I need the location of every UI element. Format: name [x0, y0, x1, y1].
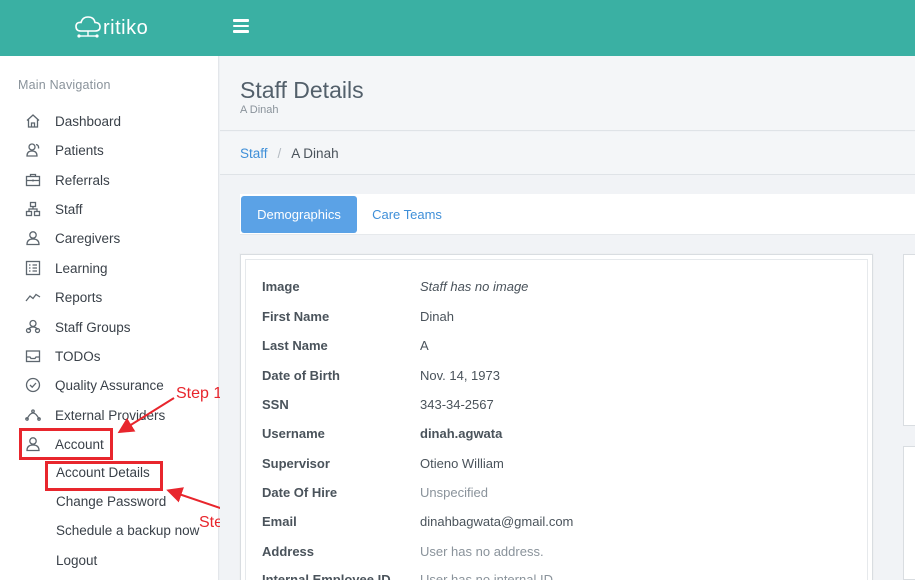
- detail-label: Username: [262, 425, 325, 441]
- side-panel-top: [903, 254, 915, 426]
- detail-value: Unspecified: [420, 484, 488, 500]
- detail-label: Last Name: [262, 337, 328, 353]
- detail-row: Internal Employee ID User has no interna…: [262, 569, 842, 580]
- detail-row: Username dinah.agwata: [262, 423, 842, 443]
- tab-demographics[interactable]: Demographics: [241, 196, 357, 233]
- detail-row: Date Of Hire Unspecified: [262, 482, 842, 502]
- detail-value: dinahbagwata@gmail.com: [420, 513, 574, 529]
- breadcrumb-link-staff[interactable]: Staff: [240, 146, 268, 161]
- detail-label: Email: [262, 513, 297, 529]
- detail-label: First Name: [262, 308, 330, 324]
- detail-label: Address: [262, 543, 315, 559]
- detail-label: SSN: [262, 396, 289, 412]
- detail-value: Dinah: [420, 308, 454, 324]
- detail-row: Image Staff has no image: [262, 276, 842, 296]
- detail-row: SSN 343-34-2567: [262, 394, 842, 414]
- detail-value: Nov. 14, 1973: [420, 367, 500, 383]
- detail-row: First Name Dinah: [262, 306, 842, 326]
- detail-value: 343-34-2567: [420, 396, 494, 412]
- page-title: Staff Details: [240, 77, 364, 103]
- detail-value: Otieno William: [420, 455, 504, 471]
- detail-label: Date Of Hire: [262, 484, 338, 500]
- detail-value: User has no internal ID.: [420, 571, 557, 580]
- detail-value: User has no address.: [420, 543, 544, 559]
- detail-row: Email dinahbagwata@gmail.com: [262, 511, 842, 531]
- details-card-inner: Image Staff has no image First Name Dina…: [245, 259, 868, 580]
- detail-label: Internal Employee ID: [262, 571, 391, 580]
- tab-care-teams[interactable]: Care Teams: [360, 196, 454, 233]
- step2-arrow: [166, 487, 227, 511]
- breadcrumb-current: A Dinah: [291, 145, 339, 161]
- detail-label: Date of Birth: [262, 367, 340, 383]
- step1-arrow: [117, 397, 175, 434]
- detail-row: Supervisor Otieno William: [262, 453, 842, 473]
- page-header: Staff Details A Dinah: [220, 56, 915, 131]
- details-card: Image Staff has no image First Name Dina…: [240, 254, 873, 580]
- detail-label: Supervisor: [262, 455, 330, 471]
- detail-row: Last Name A: [262, 335, 842, 355]
- detail-label: Image: [262, 278, 300, 294]
- side-panel-bottom: [903, 446, 915, 580]
- main-content: Staff Details A Dinah Staff / A Dinah De…: [220, 56, 915, 580]
- detail-row: Date of Birth Nov. 14, 1973: [262, 365, 842, 385]
- page-subtitle: A Dinah: [240, 104, 279, 116]
- detail-value: dinah.agwata: [420, 425, 503, 441]
- breadcrumb-separator: /: [277, 145, 282, 161]
- detail-value: A: [420, 337, 429, 353]
- tabs-bar: Demographics Care Teams: [240, 194, 915, 235]
- detail-row: Address User has no address.: [262, 541, 842, 561]
- breadcrumb: Staff / A Dinah: [220, 132, 915, 175]
- detail-value: Staff has no image: [420, 278, 529, 294]
